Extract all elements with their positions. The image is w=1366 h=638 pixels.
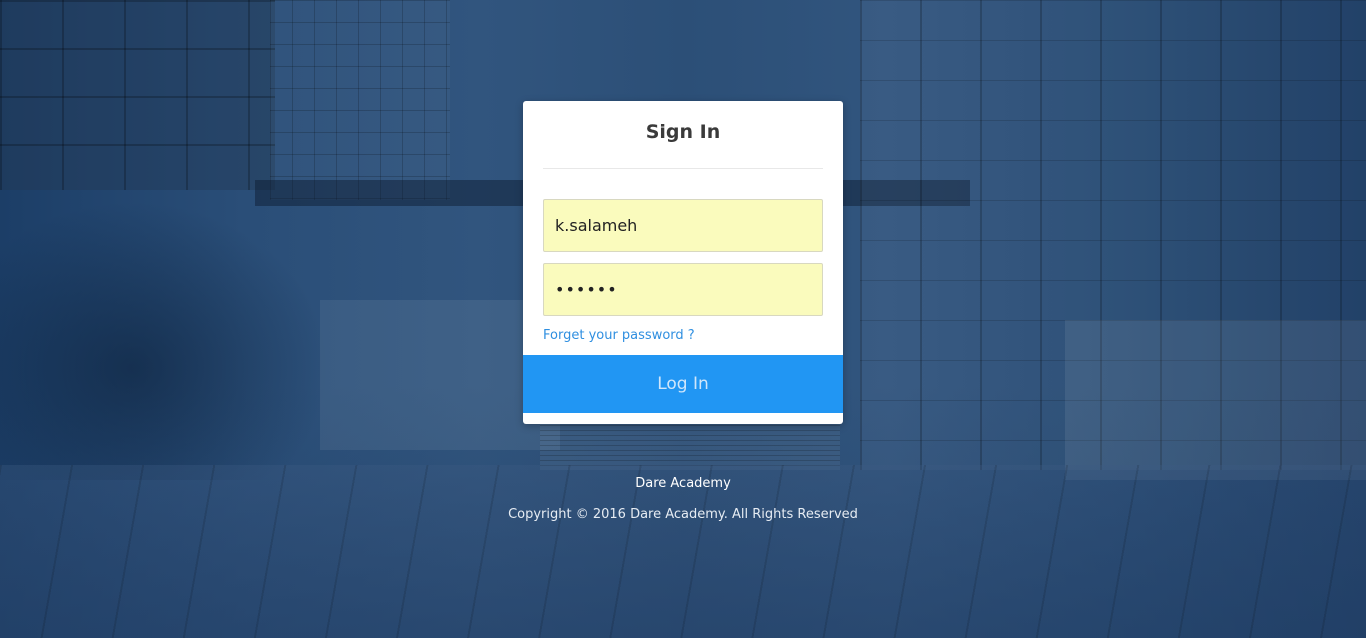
building-left-wing [270,0,450,200]
building-right-lower [1065,320,1366,480]
building-left-windows [0,0,275,190]
trees [0,200,330,480]
username-field[interactable] [543,199,823,252]
footer-brand: Dare Academy [635,476,731,491]
footer-copyright: Copyright © 2016 Dare Academy. All Right… [508,507,858,522]
login-card: Sign In Forget your password ? Log In [523,101,843,424]
forgot-password-link[interactable]: Forget your password ? [543,328,695,343]
login-button[interactable]: Log In [523,355,843,413]
title-divider [543,168,823,169]
password-field[interactable] [543,263,823,316]
page-title: Sign In [645,121,721,143]
